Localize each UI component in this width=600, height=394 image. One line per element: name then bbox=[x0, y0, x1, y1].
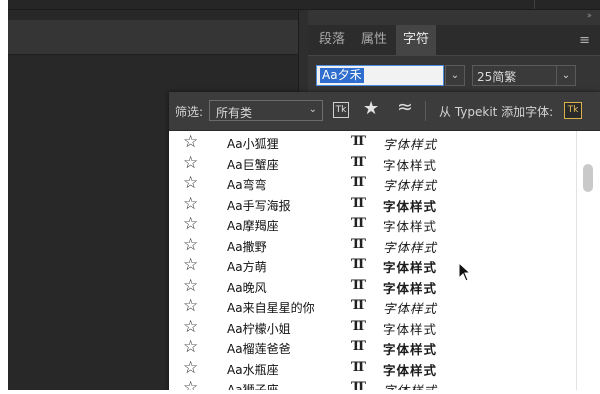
font-name: Aa巨蟹座 bbox=[227, 157, 279, 172]
truetype-icon: TT bbox=[351, 380, 366, 390]
favorites-filter-icon[interactable]: ★ bbox=[363, 98, 379, 119]
font-sample: 字体样式 bbox=[383, 137, 438, 152]
star-icon[interactable]: ☆ bbox=[183, 255, 198, 276]
font-sample: 字体样式 bbox=[383, 239, 438, 255]
star-icon[interactable]: ☆ bbox=[183, 296, 198, 317]
options-band bbox=[8, 20, 298, 55]
font-name: Aa方萌 bbox=[227, 260, 267, 274]
font-list-item[interactable]: ☆ Aa手写海报 TT 字体样式 bbox=[169, 194, 576, 215]
star-icon[interactable]: ☆ bbox=[183, 173, 198, 194]
star-icon[interactable]: ☆ bbox=[183, 214, 198, 235]
font-name: Aa狮子座 bbox=[227, 383, 279, 390]
filter-separator bbox=[425, 101, 426, 121]
truetype-icon: TT bbox=[351, 134, 366, 149]
filter-category-select[interactable]: 所有类 ⌄ bbox=[209, 100, 323, 121]
star-icon[interactable]: ☆ bbox=[183, 317, 198, 338]
truetype-icon: TT bbox=[351, 175, 366, 190]
truetype-icon: TT bbox=[351, 339, 366, 354]
star-icon[interactable]: ☆ bbox=[183, 378, 198, 390]
star-icon[interactable]: ☆ bbox=[183, 194, 198, 215]
tab-character[interactable]: 字符 bbox=[396, 25, 436, 55]
filter-label: 筛选: bbox=[175, 105, 204, 119]
collapse-icon[interactable]: ›› bbox=[587, 11, 592, 21]
font-filter-bar: 筛选: 所有类 ⌄ Tk ★ ≈ 从 Typekit 添加字体: Tk bbox=[169, 92, 600, 131]
font-list: ☆ Aa小狐狸 TT 字体样式 ☆ Aa巨蟹座 TT 字体样式 ☆ Aa弯弯 TT 字体样式 ☆ Aa手写… bbox=[169, 131, 576, 390]
mouse-cursor-icon bbox=[458, 262, 472, 282]
truetype-icon: TT bbox=[351, 236, 366, 252]
font-list-scrollbar[interactable] bbox=[576, 131, 600, 390]
star-icon[interactable]: ☆ bbox=[183, 132, 198, 153]
font-list-item[interactable]: ☆ Aa狮子座 TT 字体样式 bbox=[169, 378, 576, 390]
panel-tabs: 段落 属性 字符 ≡ bbox=[308, 25, 600, 56]
font-style-dropdown-button[interactable]: ⌄ bbox=[556, 65, 576, 86]
star-icon[interactable]: ☆ bbox=[183, 337, 198, 358]
font-sample: 字体样式 bbox=[383, 342, 438, 357]
font-sample: 字体样式 bbox=[383, 362, 438, 378]
font-list-item[interactable]: ☆ Aa水瓶座 TT 字体样式 bbox=[169, 358, 576, 379]
truetype-icon: TT bbox=[351, 216, 366, 231]
font-list-popup: 筛选: 所有类 ⌄ Tk ★ ≈ 从 Typekit 添加字体: Tk ☆ Aa小… bbox=[169, 92, 600, 390]
font-family-value: Aa夕禾 bbox=[320, 68, 364, 83]
font-name: Aa摩羯座 bbox=[227, 219, 279, 233]
font-name: Aa水瓶座 bbox=[227, 362, 279, 377]
star-icon[interactable]: ☆ bbox=[183, 235, 198, 256]
top-bar bbox=[8, 0, 600, 10]
font-sample: 字体样式 bbox=[383, 321, 438, 337]
font-sample: 字体样式 bbox=[383, 198, 438, 214]
font-list-item[interactable]: ☆ Aa榴莲爸爸 TT 字体样式 bbox=[169, 337, 576, 358]
tab-paragraph[interactable]: 段落 bbox=[312, 25, 352, 55]
font-style-select[interactable]: 25简繁 bbox=[472, 65, 558, 86]
font-list-item[interactable]: ☆ Aa晚风 TT 字体样式 bbox=[169, 276, 576, 297]
font-name: Aa撒野 bbox=[227, 239, 267, 254]
font-list-item[interactable]: ☆ Aa方萌 TT 字体样式 bbox=[169, 255, 576, 276]
font-sample: 字体样式 bbox=[383, 219, 438, 234]
star-icon[interactable]: ☆ bbox=[183, 358, 198, 379]
font-name: Aa来自星星的你 bbox=[227, 301, 315, 315]
typekit-filter-icon[interactable]: Tk bbox=[333, 102, 349, 118]
font-sample: 字体样式 bbox=[383, 178, 438, 193]
truetype-icon: TT bbox=[351, 277, 366, 293]
character-panel: ›› 段落 属性 字符 ≡ Aa夕禾 ⌄ 25简繁 ⌄ 筛选: 所有类 ⌄ Tk… bbox=[169, 10, 600, 390]
font-name: Aa手写海报 bbox=[227, 198, 291, 213]
truetype-icon: TT bbox=[351, 195, 366, 211]
top-bar-notch bbox=[534, 0, 535, 9]
font-sample: 字体样式 bbox=[383, 260, 438, 275]
font-sample: 字体样式 bbox=[383, 301, 438, 316]
truetype-icon: TT bbox=[351, 154, 366, 170]
font-name: Aa柠檬小姐 bbox=[227, 321, 291, 336]
scrollbar-thumb[interactable] bbox=[583, 164, 593, 192]
truetype-icon: TT bbox=[351, 318, 366, 334]
font-sample: 字体样式 bbox=[383, 280, 438, 296]
truetype-icon: TT bbox=[351, 298, 366, 313]
font-family-dropdown-button[interactable]: ⌄ bbox=[445, 65, 465, 86]
font-list-item[interactable]: ☆ Aa撒野 TT 字体样式 bbox=[169, 235, 576, 256]
font-list-item[interactable]: ☆ Aa柠檬小姐 TT 字体样式 bbox=[169, 317, 576, 338]
filter-category-value: 所有类 bbox=[216, 106, 253, 120]
tab-properties[interactable]: 属性 bbox=[354, 25, 394, 55]
font-list-item[interactable]: ☆ Aa巨蟹座 TT 字体样式 bbox=[169, 153, 576, 174]
panel-menu-icon[interactable]: ≡ bbox=[579, 34, 590, 47]
font-list-item[interactable]: ☆ Aa弯弯 TT 字体样式 bbox=[169, 173, 576, 194]
font-list-item[interactable]: ☆ Aa摩羯座 TT 字体样式 bbox=[169, 214, 576, 235]
similar-fonts-icon[interactable]: ≈ bbox=[397, 96, 413, 118]
truetype-icon: TT bbox=[351, 359, 366, 375]
typekit-add-label: 从 Typekit 添加字体: bbox=[439, 105, 554, 119]
font-name: Aa小狐狸 bbox=[227, 137, 279, 151]
photoshop-window: ›› 段落 属性 字符 ≡ Aa夕禾 ⌄ 25简繁 ⌄ 筛选: 所有类 ⌄ Tk… bbox=[8, 0, 600, 390]
font-sample: 字体样式 bbox=[383, 380, 437, 390]
truetype-icon: TT bbox=[351, 257, 366, 272]
font-name: Aa弯弯 bbox=[227, 178, 267, 192]
chevron-down-icon: ⌄ bbox=[308, 104, 317, 115]
font-family-input[interactable]: Aa夕禾 bbox=[316, 65, 444, 86]
font-style-value: 25简繁 bbox=[477, 70, 517, 84]
font-name: Aa榴莲爸爸 bbox=[227, 342, 291, 356]
font-list-item[interactable]: ☆ Aa来自星星的你 TT 字体样式 bbox=[169, 296, 576, 317]
font-list-item[interactable]: ☆ Aa小狐狸 TT 字体样式 bbox=[169, 132, 576, 153]
star-icon[interactable]: ☆ bbox=[183, 276, 198, 297]
typekit-add-button[interactable]: Tk bbox=[564, 102, 582, 119]
star-icon[interactable]: ☆ bbox=[183, 153, 198, 174]
font-name: Aa晚风 bbox=[227, 280, 267, 295]
font-sample: 字体样式 bbox=[383, 157, 438, 173]
